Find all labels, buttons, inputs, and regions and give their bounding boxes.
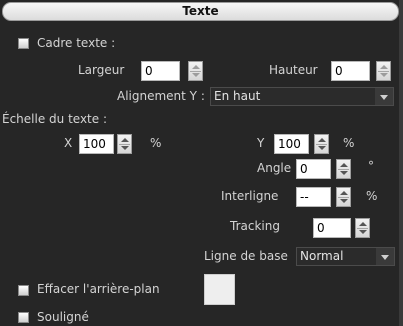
height-stepper[interactable] [376, 61, 391, 81]
stepper-down-icon [380, 73, 388, 77]
angle-stepper[interactable] [336, 159, 351, 179]
baseline-value: Normal [300, 249, 344, 263]
alignment-y-select[interactable]: En haut [210, 87, 394, 106]
underline-checkbox[interactable] [18, 312, 29, 323]
stepper-down-icon [192, 73, 200, 77]
stepper-down-icon [121, 146, 129, 150]
underline-label: Souligné [37, 310, 89, 324]
stepper-up-icon [340, 191, 348, 195]
scale-y-input[interactable]: 100 [274, 134, 309, 154]
line-spacing-label: Interligne [221, 189, 279, 203]
width-input[interactable]: 0 [141, 61, 180, 81]
scale-x-unit: % [150, 136, 162, 150]
clear-background-label: Effacer l'arrière-plan [37, 282, 160, 296]
baseline-label: Ligne de base [204, 249, 288, 263]
alignment-y-value: En haut [214, 89, 261, 103]
stepper-up-icon [340, 163, 348, 167]
chevron-down-icon [375, 88, 393, 105]
scrollbar[interactable] [399, 0, 403, 326]
scale-y-label: Y [257, 136, 265, 150]
stepper-up-icon [318, 138, 326, 142]
scale-x-input[interactable]: 100 [79, 134, 114, 154]
scale-x-label: X [64, 136, 73, 150]
text-frame-label: Cadre texte : [37, 36, 116, 50]
alignment-y-label: Alignement Y : [117, 89, 205, 103]
tracking-stepper[interactable] [355, 218, 370, 238]
angle-label: Angle [257, 161, 292, 175]
text-frame-checkbox[interactable] [18, 38, 29, 49]
scale-x-stepper[interactable] [117, 134, 132, 154]
scale-y-unit: % [343, 136, 355, 150]
chevron-down-icon [376, 248, 394, 265]
stepper-down-icon [318, 146, 326, 150]
angle-input[interactable]: 0 [296, 159, 331, 179]
height-input[interactable]: 0 [331, 61, 370, 81]
text-properties-panel: Texte Cadre texte : Largeur 0 Hauteur 0 … [0, 0, 403, 326]
stepper-up-icon [192, 65, 200, 69]
angle-unit: ° [368, 159, 374, 173]
stepper-down-icon [340, 199, 348, 203]
line-spacing-input[interactable]: -- [296, 187, 331, 207]
stepper-up-icon [121, 138, 129, 142]
line-spacing-stepper[interactable] [336, 187, 351, 207]
text-scale-label: Échelle du texte : [2, 112, 107, 126]
section-header[interactable]: Texte [2, 2, 399, 21]
background-color-swatch[interactable] [204, 274, 235, 305]
stepper-down-icon [359, 230, 367, 234]
height-label: Hauteur [269, 63, 318, 77]
stepper-up-icon [380, 65, 388, 69]
width-stepper[interactable] [188, 61, 203, 81]
stepper-down-icon [340, 171, 348, 175]
tracking-label: Tracking [230, 219, 280, 233]
scale-y-stepper[interactable] [314, 134, 329, 154]
width-label: Largeur [78, 63, 125, 77]
baseline-select[interactable]: Normal [296, 247, 395, 266]
tracking-input[interactable]: 0 [313, 218, 351, 238]
line-spacing-unit: % [366, 189, 378, 203]
clear-background-checkbox[interactable] [18, 285, 29, 296]
stepper-up-icon [359, 222, 367, 226]
